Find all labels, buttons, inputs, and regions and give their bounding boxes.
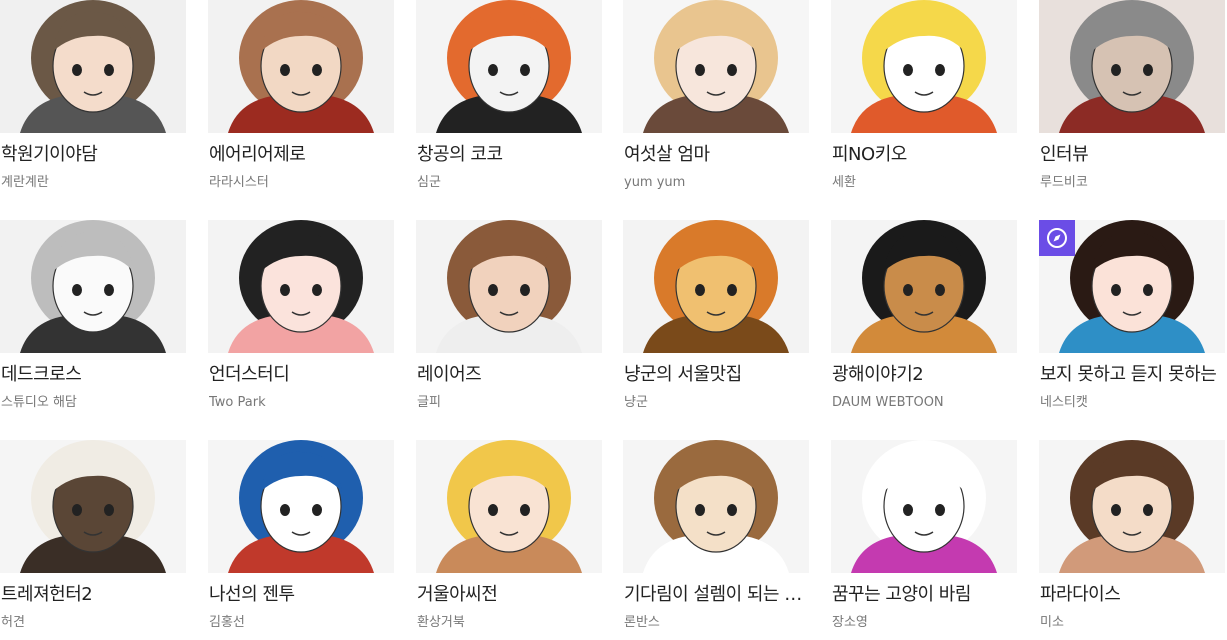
webtoon-card[interactable]: 나선의 젠투김홍선 (208, 440, 394, 640)
brown-hair-boy-character (416, 220, 602, 353)
brown-hair-woman-character (1039, 440, 1225, 573)
compass-icon (1039, 220, 1075, 256)
webtoon-title[interactable]: 여섯살 엄마 (624, 143, 808, 167)
webtoon-author[interactable]: 허견 (1, 614, 185, 632)
webtoon-title[interactable]: 데드크로스 (1, 363, 185, 387)
webtoon-author[interactable]: Two Park (209, 394, 393, 412)
webtoon-title[interactable]: 언더스터디 (209, 363, 393, 387)
blonde-curly-child-character (623, 0, 809, 133)
webtoon-card[interactable]: 기다림이 설렘이 되는 시간론반스 (623, 440, 809, 640)
webtoon-grid: 학원기이야담 계란계란 에어리어제로 라라시스터 창공의 코코 심군 여섯살 엄마 yum y… (0, 0, 1227, 635)
webtoon-author[interactable]: 김홍선 (209, 614, 393, 632)
webtoon-card[interactable]: 학원기이야담계란계란 (0, 0, 186, 200)
webtoon-author[interactable]: 글피 (417, 394, 601, 412)
webtoon-title[interactable]: 학원기이야담 (1, 143, 185, 167)
webtoon-thumbnail[interactable] (208, 0, 394, 133)
webtoon-thumbnail[interactable] (623, 0, 809, 133)
webtoon-title[interactable]: 에어리어제로 (209, 143, 393, 167)
webtoon-author[interactable]: 스튜디오 해담 (1, 394, 185, 412)
webtoon-title[interactable]: 창공의 코코 (417, 143, 601, 167)
webtoon-title[interactable]: 기다림이 설렘이 되는 시간 (624, 583, 808, 607)
webtoon-thumbnail[interactable] (0, 220, 186, 353)
webtoon-thumbnail[interactable] (831, 440, 1017, 573)
webtoon-card[interactable]: 보지 못하고 듣지 못하는네스티캣 (1039, 220, 1225, 420)
webtoon-author[interactable]: 세환 (832, 174, 1016, 192)
webtoon-thumbnail[interactable] (208, 220, 394, 353)
webtoon-card[interactable]: 창공의 코코심군 (416, 0, 602, 200)
webtoon-card[interactable]: 냥군의 서울맛집냥군 (623, 220, 809, 420)
webtoon-author[interactable]: 라라시스터 (209, 174, 393, 192)
webtoon-author[interactable]: 냥군 (624, 394, 808, 412)
webtoon-title[interactable]: 꿈꾸는 고양이 바림 (832, 583, 1016, 607)
webtoon-card[interactable]: 언더스터디 Two Park (208, 220, 394, 420)
webtoon-thumbnail[interactable] (208, 440, 394, 573)
sketch-girl-character (0, 220, 186, 353)
white-hair-dark-skin-character (0, 440, 186, 573)
webtoon-card[interactable]: 광해이야기2 DAUM WEBTOON (831, 220, 1017, 420)
penguin-character (208, 440, 394, 573)
webtoon-author[interactable]: 심군 (417, 174, 601, 192)
webtoon-thumbnail[interactable] (1039, 0, 1225, 133)
webtoon-title[interactable]: 광해이야기2 (832, 363, 1016, 387)
orange-cat-character (416, 0, 602, 133)
webtoon-title[interactable]: 레이어즈 (417, 363, 601, 387)
webtoon-thumbnail[interactable] (416, 440, 602, 573)
webtoon-thumbnail[interactable] (416, 0, 602, 133)
webtoon-title[interactable]: 파라다이스 (1040, 583, 1224, 607)
webtoon-card[interactable]: 레이어즈글피 (416, 220, 602, 420)
webtoon-thumbnail[interactable] (416, 220, 602, 353)
brown-hair-glasses-character (0, 0, 186, 133)
brown-hair-student-character (623, 440, 809, 573)
webtoon-title[interactable]: 트레져헌터2 (1, 583, 185, 607)
webtoon-title[interactable]: 냥군의 서울맛집 (624, 363, 808, 387)
webtoon-author[interactable]: 루드비코 (1040, 174, 1224, 192)
old-man-portrait (1039, 0, 1225, 133)
webtoon-card[interactable]: 데드크로스스튜디오 해담 (0, 220, 186, 420)
webtoon-title[interactable]: 거울아씨전 (417, 583, 601, 607)
webtoon-title[interactable]: 보지 못하고 듣지 못하는 (1040, 363, 1224, 387)
webtoon-card[interactable]: 여섯살 엄마 yum yum (623, 0, 809, 200)
blonde-girl-character (416, 440, 602, 573)
pinocchio-yellow-hat-character (831, 0, 1017, 133)
webtoon-thumbnail[interactable] (831, 220, 1017, 353)
black-hair-smiling-boy-character (208, 220, 394, 353)
webtoon-title[interactable]: 피NO키오 (832, 143, 1016, 167)
toasted-food-on-chopsticks (623, 220, 809, 353)
webtoon-thumbnail[interactable] (1039, 440, 1225, 573)
webtoon-card[interactable]: 파라다이스미소 (1039, 440, 1225, 640)
webtoon-thumbnail[interactable] (1039, 220, 1225, 353)
webtoon-author[interactable]: 미소 (1040, 614, 1224, 632)
webtoon-author[interactable]: 론반스 (624, 614, 808, 632)
webtoon-author[interactable]: 계란계란 (1, 174, 185, 192)
webtoon-author[interactable]: 환상거북 (417, 614, 601, 632)
webtoon-title[interactable]: 나선의 젠투 (209, 583, 393, 607)
brown-hair-red-coat-character (208, 0, 394, 133)
webtoon-thumbnail[interactable] (623, 440, 809, 573)
webtoon-card[interactable]: 트레져헌터2 허견 (0, 440, 186, 640)
webtoon-thumbnail[interactable] (831, 0, 1017, 133)
webtoon-card[interactable]: 에어리어제로라라시스터 (208, 0, 394, 200)
webtoon-author[interactable]: 네스티캣 (1040, 394, 1224, 412)
webtoon-thumbnail[interactable] (0, 0, 186, 133)
webtoon-card[interactable]: 꿈꾸는 고양이 바림장소영 (831, 440, 1017, 640)
webtoon-author[interactable]: DAUM WEBTOON (832, 394, 1016, 412)
webtoon-card[interactable]: 피NO키오세환 (831, 0, 1017, 200)
webtoon-author[interactable]: 장소영 (832, 614, 1016, 632)
webtoon-thumbnail[interactable] (623, 220, 809, 353)
webtoon-thumbnail[interactable] (0, 440, 186, 573)
webtoon-title[interactable]: 인터뷰 (1040, 143, 1224, 167)
webtoon-author[interactable]: yum yum (624, 174, 808, 192)
webtoon-card[interactable]: 거울아씨전환상거북 (416, 440, 602, 640)
dark-skin-boy-character (831, 220, 1017, 353)
white-cat-character (831, 440, 1017, 573)
webtoon-card[interactable]: 인터뷰루드비코 (1039, 0, 1225, 200)
